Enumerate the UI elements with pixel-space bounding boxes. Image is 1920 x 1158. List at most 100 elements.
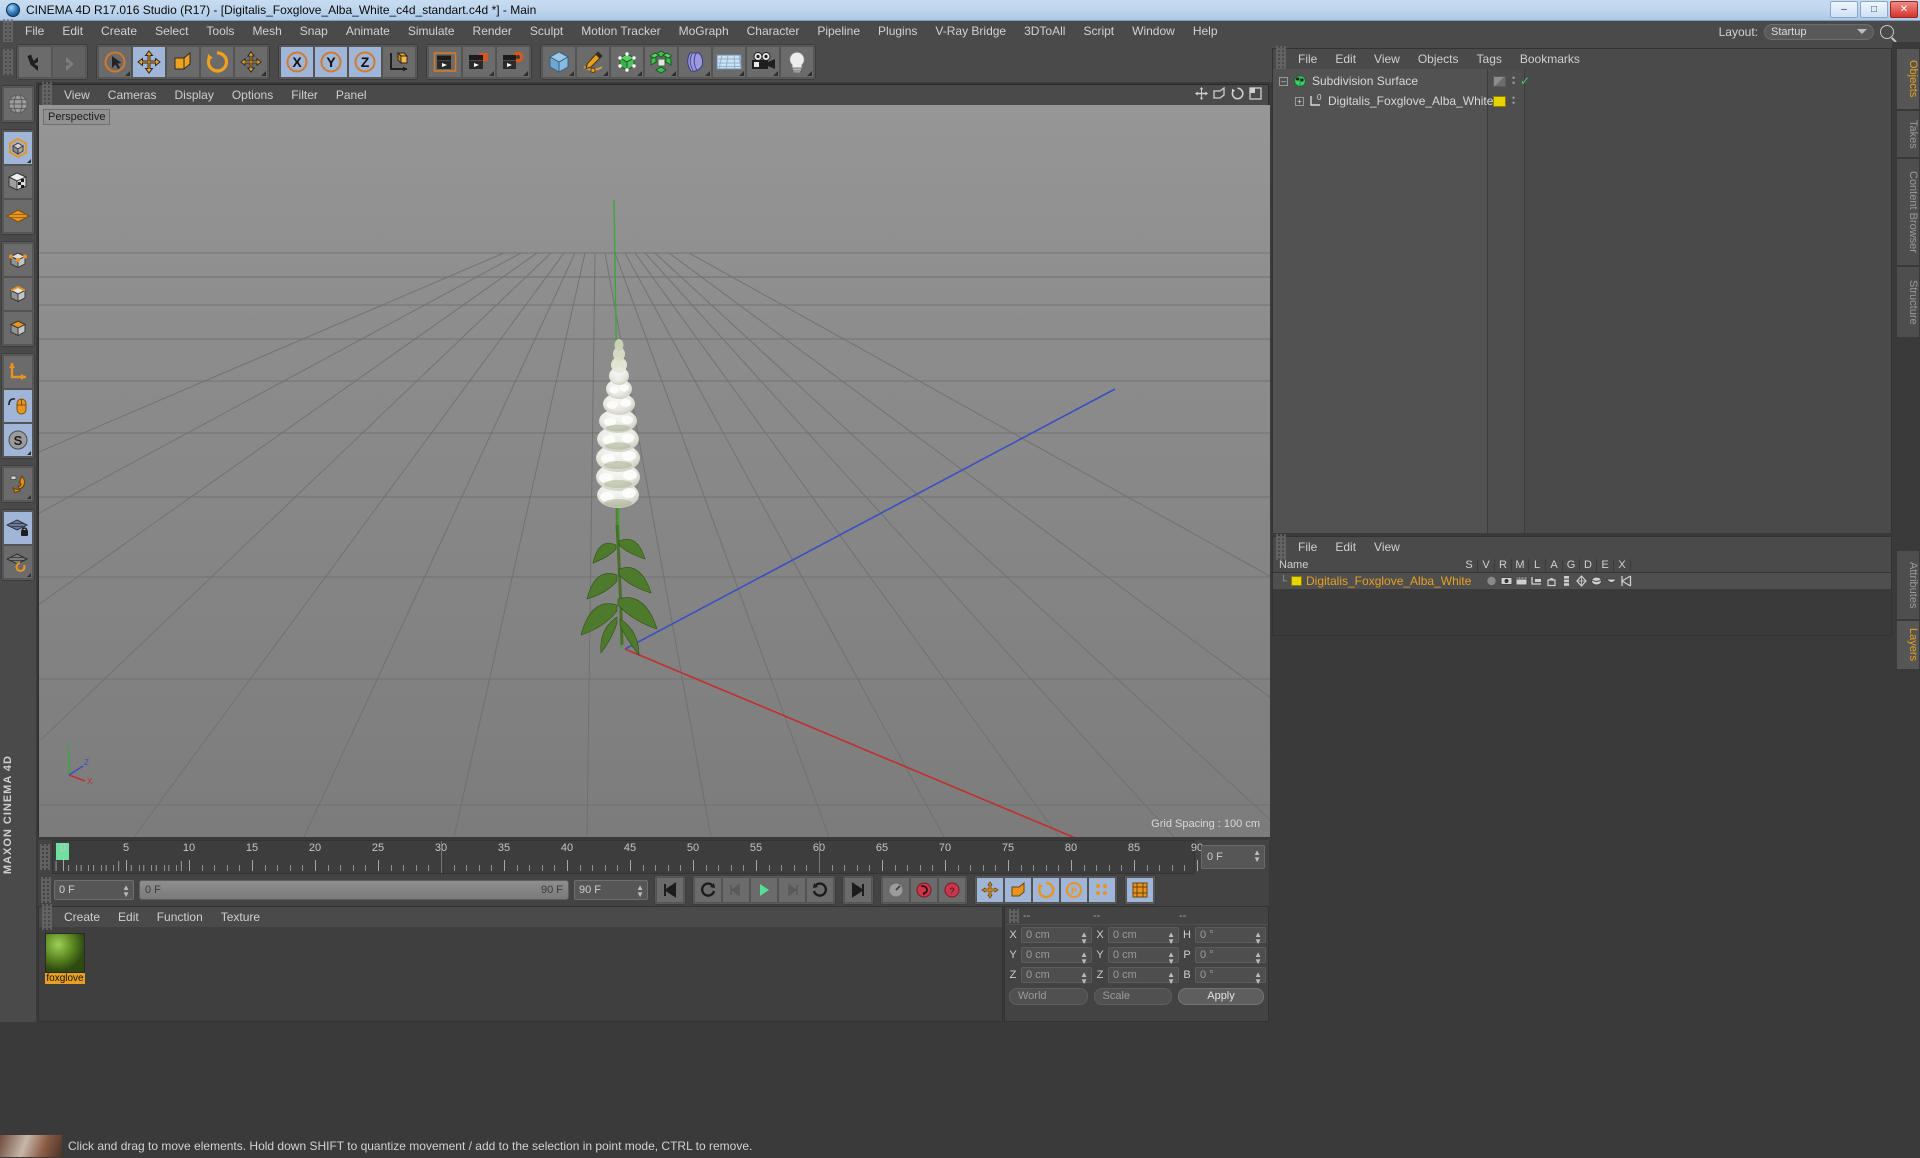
spinner-icon[interactable]: ▲ ▼ <box>1167 931 1175 946</box>
generators-toggle-icon[interactable] <box>1575 575 1588 587</box>
tool-dropdown-corner[interactable] <box>773 71 778 76</box>
expand-toggle-icon[interactable]: – <box>1279 76 1288 86</box>
layer-color-swatch[interactable] <box>1291 576 1302 586</box>
menu-tools[interactable]: Tools <box>197 21 243 42</box>
render-to-picture-viewer-button[interactable] <box>462 46 496 78</box>
menu-3dtoall[interactable]: 3DToAll <box>1015 21 1074 42</box>
menu-sculpt[interactable]: Sculpt <box>521 21 572 42</box>
viewport-rotate-icon[interactable] <box>1231 87 1244 100</box>
menu-grip[interactable] <box>3 18 13 45</box>
tool-dropdown-corner[interactable] <box>261 71 266 76</box>
col-e[interactable]: E <box>1597 558 1614 571</box>
xpresso-toggle-icon[interactable] <box>1620 575 1633 587</box>
play-forward-button[interactable] <box>750 877 778 903</box>
viewport-menu-panel[interactable]: Panel <box>327 85 376 105</box>
rotate-tool[interactable] <box>200 46 234 78</box>
add-deformer-button[interactable] <box>678 46 712 78</box>
move-tool[interactable] <box>132 46 166 78</box>
add-array-button[interactable] <box>644 46 678 78</box>
step-back-button[interactable] <box>722 877 750 903</box>
axis-x-lock[interactable]: X <box>280 46 314 78</box>
timeline-frame-field[interactable]: 0 F ▲ ▼ <box>1201 845 1265 869</box>
menu-vray-bridge[interactable]: V-Ray Bridge <box>926 21 1015 42</box>
add-environment-button[interactable] <box>712 46 746 78</box>
sidebar-tab-structure[interactable]: Structure <box>1896 266 1920 338</box>
menu-select[interactable]: Select <box>146 21 197 42</box>
go-to-end-button[interactable] <box>844 877 872 903</box>
timeline-track[interactable]: 051015202530354045505560657075808590 <box>52 840 1203 874</box>
position-x-field[interactable]: 0 cm ▲ ▼ <box>1021 927 1092 946</box>
col-g[interactable]: G <box>1563 558 1580 571</box>
add-camera-button[interactable] <box>746 46 780 78</box>
lock-toggle-icon[interactable] <box>1545 575 1558 587</box>
close-button[interactable]: ✕ <box>1890 1 1918 18</box>
spinner-icon[interactable]: ▲ ▼ <box>1254 951 1262 966</box>
tool-dropdown-corner[interactable] <box>637 71 642 76</box>
live-selection-tool[interactable] <box>98 46 132 78</box>
axis-y-lock[interactable]: Y <box>314 46 348 78</box>
spinner-icon[interactable]: ▲ ▼ <box>1167 971 1175 986</box>
spinner-icon[interactable]: ▲ ▼ <box>122 884 130 899</box>
spinner-icon[interactable]: ▲ ▼ <box>1080 931 1088 946</box>
spinner-icon[interactable]: ▲ ▼ <box>636 884 644 899</box>
tool-dropdown-corner[interactable] <box>569 71 574 76</box>
expressions-toggle-icon[interactable] <box>1605 575 1618 587</box>
animbar-grip[interactable] <box>41 877 51 903</box>
col-d[interactable]: D <box>1580 558 1597 571</box>
rotation-h-field[interactable]: 0 ° ▲ ▼ <box>1195 927 1266 946</box>
object-menu-view[interactable]: View <box>1365 49 1409 69</box>
layer-menu-file[interactable]: File <box>1289 537 1326 557</box>
spinner-icon[interactable]: ▲ ▼ <box>1254 931 1262 946</box>
menu-character[interactable]: Character <box>738 21 809 42</box>
snap-toggle[interactable] <box>3 467 33 501</box>
polygons-mode[interactable] <box>3 311 33 345</box>
scale-tool[interactable] <box>166 46 200 78</box>
col-x[interactable]: X <box>1614 558 1631 571</box>
tool-dropdown-corner[interactable] <box>27 495 31 499</box>
tool-dropdown-corner[interactable] <box>27 451 31 455</box>
spinner-icon[interactable]: ▲ ▼ <box>1080 971 1088 986</box>
timeline-grip[interactable] <box>40 844 50 870</box>
apply-button[interactable]: Apply <box>1178 987 1264 1005</box>
col-l[interactable]: L <box>1529 558 1546 571</box>
rotation-key-button[interactable] <box>1032 877 1060 903</box>
object-tree[interactable]: – Subdivision Surface • • ✓ + 0 Digitali… <box>1273 69 1891 533</box>
spinner-icon[interactable]: ▲ ▼ <box>1080 951 1088 966</box>
toolbar-grip[interactable] <box>3 49 13 75</box>
menu-motion-tracker[interactable]: Motion Tracker <box>572 21 669 42</box>
menu-plugins[interactable]: Plugins <box>869 21 926 42</box>
planar-workplane[interactable] <box>3 545 33 579</box>
col-a[interactable]: A <box>1546 558 1563 571</box>
render-view-button[interactable] <box>428 46 462 78</box>
sidebar-tab-layers[interactable]: Layers <box>1896 620 1920 670</box>
deformers-toggle-icon[interactable] <box>1590 575 1603 587</box>
viewport-menu-view[interactable]: View <box>55 85 99 105</box>
param-key-button[interactable]: P <box>1060 877 1088 903</box>
rotation-b-field[interactable]: 0 ° ▲ ▼ <box>1195 967 1266 986</box>
menu-script[interactable]: Script <box>1074 21 1123 42</box>
current-frame-field[interactable]: 0 F ▲ ▼ <box>54 880 134 900</box>
menu-window[interactable]: Window <box>1123 21 1184 42</box>
move-duplicate-tool[interactable] <box>234 46 268 78</box>
timeline-toggle-button[interactable] <box>1126 877 1154 903</box>
object-menu-objects[interactable]: Objects <box>1409 49 1468 69</box>
size-y-field[interactable]: 0 cm ▲ ▼ <box>1108 947 1179 966</box>
object-tag-swatch[interactable] <box>1493 95 1506 107</box>
go-to-previous-key-button[interactable] <box>694 877 722 903</box>
add-spline-button[interactable] <box>576 46 610 78</box>
render-toggle-icon[interactable] <box>1515 575 1528 587</box>
minimize-button[interactable]: – <box>1830 1 1858 18</box>
object-row-subdivision-surface[interactable]: – Subdivision Surface • • ✓ <box>1273 71 1891 91</box>
tool-dropdown-corner[interactable] <box>489 71 494 76</box>
step-forward-button[interactable] <box>778 877 806 903</box>
menu-animate[interactable]: Animate <box>337 21 399 42</box>
menu-simulate[interactable]: Simulate <box>399 21 464 42</box>
maximize-button[interactable]: □ <box>1860 1 1888 18</box>
tool-dropdown-corner[interactable] <box>125 71 130 76</box>
viewport-menu-cameras[interactable]: Cameras <box>99 85 166 105</box>
go-to-next-key-button[interactable] <box>806 877 834 903</box>
coordinate-system-dropdown[interactable]: World <box>1009 987 1088 1005</box>
menu-render[interactable]: Render <box>464 21 521 42</box>
menu-edit[interactable]: Edit <box>53 21 92 42</box>
edges-mode[interactable] <box>3 277 33 311</box>
